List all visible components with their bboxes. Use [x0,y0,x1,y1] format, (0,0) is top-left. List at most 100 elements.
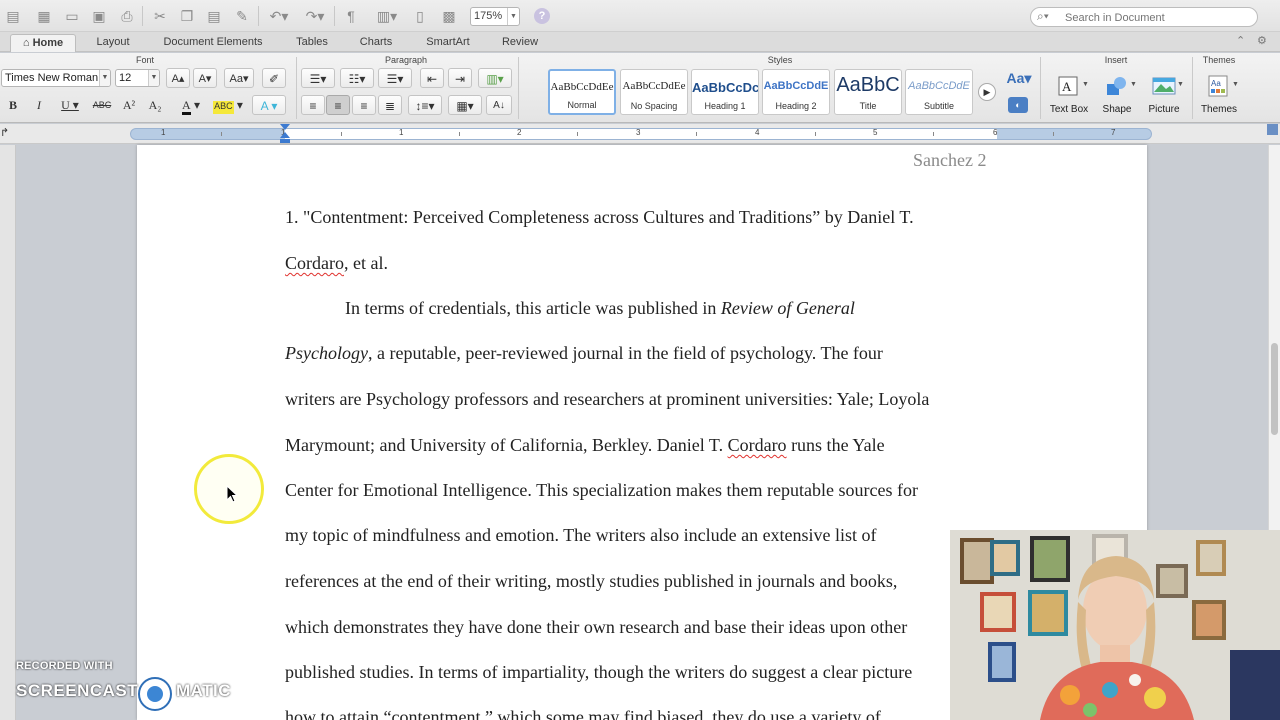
bullets-button[interactable]: ☰▾ [301,68,335,88]
tab-stop-icon[interactable]: ↱ [0,126,9,139]
ruler-tick [696,132,697,136]
ruler-view-icon[interactable] [1267,124,1278,135]
text-run: Marymount; and University of California,… [285,435,728,455]
new-document-icon[interactable]: ▤ [2,7,24,25]
style-heading-2[interactable]: AaBbCcDdE Heading 2 [762,69,830,115]
redo-icon[interactable]: ↷▾ [300,7,330,25]
toolbar-separator [258,6,259,26]
numbering-button[interactable]: ☷▾ [340,68,374,88]
shape-button[interactable]: ▼ Shape [1092,71,1142,117]
increase-indent-button[interactable]: ⇥ [448,68,472,88]
clear-formatting-button[interactable]: ✐ [262,68,286,88]
align-right-button[interactable]: ≡ [352,95,376,115]
text-line: Psychology, a reputable, peer-reviewed j… [285,343,883,364]
text-effects-button[interactable]: A ▾ [252,95,286,115]
ribbon-settings-icon[interactable]: ⚙ [1257,34,1267,47]
text-box-button[interactable]: A ▼ Text Box [1044,71,1094,117]
font-size-select[interactable]: 12 ▼ [115,69,160,87]
tab-layout[interactable]: Layout [88,34,138,52]
decrease-indent-button[interactable]: ⇤ [420,68,444,88]
text-run: how to attain “contentment,” which some … [285,707,881,720]
text-line: how to attain “contentment,” which some … [285,707,881,720]
superscript-button[interactable]: A² [119,95,139,115]
grow-font-button[interactable]: A▴ [166,68,190,88]
quick-access-toolbar: ▤ ▦ ▭ ▣ ⎙ ✂ ❐ ▤ ✎ ↶▾ ↷▾ ¶ ▥▾ ▯ ▩ 175% ▼ … [0,0,1280,32]
collapse-ribbon-icon[interactable]: ⌃ [1236,34,1245,47]
underline-button[interactable]: U ▾ [55,95,85,115]
style-normal[interactable]: AaBbCcDdEe Normal [548,69,616,115]
copy-icon[interactable]: ❐ [177,7,197,25]
text-run: my topic of mindfulness and emotion. The… [285,525,877,545]
styles-manage-icon[interactable]: ◐ [1008,97,1028,113]
italic-button[interactable]: I [29,95,49,115]
font-name-value: Times New Roman [5,72,99,84]
tab-smartart[interactable]: SmartArt [416,34,480,52]
view-icon[interactable]: ▥▾ [372,7,402,25]
columns-button[interactable]: ▥▾ [478,68,512,88]
borders-button[interactable]: ▦▾ [448,95,482,115]
change-case-button[interactable]: Aa▾ [224,68,254,88]
cut-icon[interactable]: ✂ [150,7,170,25]
align-center-button[interactable]: ≡ [326,95,350,115]
align-left-button[interactable]: ≡ [301,95,325,115]
help-icon[interactable]: ? [534,8,550,24]
ruler-number: 1 [399,128,404,137]
styles-pane-button[interactable]: Aa▾ [1004,68,1034,88]
text-run: which demonstrates they have done their … [285,617,908,637]
bold-button[interactable]: B [3,95,23,115]
scrollbar-thumb[interactable] [1271,343,1278,435]
indent-marker-icon[interactable] [280,124,290,144]
subscript-button[interactable]: A₂ [145,95,165,115]
spelling-error[interactable]: Cordaro [285,253,344,273]
show-formatting-icon[interactable]: ¶ [342,7,360,25]
styles-next-button[interactable]: ▶ [978,83,996,101]
text-line: references at the end of their writing, … [285,571,897,592]
text-line: published studies. In terms of impartial… [285,662,912,683]
tab-charts[interactable]: Charts [350,34,402,52]
sort-button[interactable]: A↓ [486,95,512,115]
tab-review[interactable]: Review [494,34,546,52]
font-name-select[interactable]: Times New Roman ▼ [1,69,111,87]
toolbar-separator [334,6,335,26]
templates-icon[interactable]: ▦ [34,7,54,25]
themes-label: Themes [1200,104,1238,115]
style-no-spacing[interactable]: AaBbCcDdEe No Spacing [620,69,688,115]
open-icon[interactable]: ▭ [62,7,82,25]
search-input[interactable] [1065,10,1250,25]
justify-button[interactable]: ≣ [378,95,402,115]
text-run: In terms of credentials, this article wa… [345,298,721,318]
style-preview: AaBbCcDdEe [550,81,614,93]
toolbar-separator [142,6,143,26]
style-heading-1[interactable]: AaBbCcDc Heading 1 [691,69,759,115]
ruler-tick [459,132,460,136]
gallery-icon[interactable]: ▩ [438,7,460,25]
chevron-down-icon: ▼ [507,8,519,25]
tab-tables[interactable]: Tables [288,34,336,52]
format-painter-icon[interactable]: ✎ [232,7,252,25]
sidebar-icon[interactable]: ▯ [410,7,430,25]
zoom-select[interactable]: 175% ▼ [470,7,520,26]
shrink-font-button[interactable]: A▾ [193,68,217,88]
tab-home[interactable]: ⌂ Home [10,34,76,52]
save-icon[interactable]: ▣ [89,7,109,25]
undo-icon[interactable]: ↶▾ [264,7,294,25]
paste-icon[interactable]: ▤ [204,7,224,25]
ruler-number: 4 [755,128,760,137]
search-box[interactable]: ⌕▾ [1030,7,1258,27]
strikethrough-button[interactable]: ABC [91,95,113,115]
font-color-button[interactable]: A ▾ [175,95,207,115]
picture-button[interactable]: ▼ Picture [1139,71,1189,117]
highlight-button[interactable]: ABC ▾ [211,95,245,115]
line-spacing-button[interactable]: ↕≡▾ [408,95,442,115]
multilevel-list-button[interactable]: ☰▾ [378,68,412,88]
print-icon[interactable]: ⎙ [117,7,137,25]
spelling-error[interactable]: Cordaro [728,435,787,455]
themes-button[interactable]: Aa ▼ Themes [1194,71,1244,117]
watermark-recorded-text: RECORDED WITH [16,660,113,672]
style-subtitle[interactable]: AaBbCcDdE Subtitle [905,69,973,115]
style-title[interactable]: AaBbC Title [834,69,902,115]
style-preview: AaBbCcDdE [908,80,970,92]
style-name: No Spacing [630,101,678,111]
tab-document-elements[interactable]: Document Elements [152,34,274,52]
search-icon: ⌕▾ [1037,9,1049,23]
